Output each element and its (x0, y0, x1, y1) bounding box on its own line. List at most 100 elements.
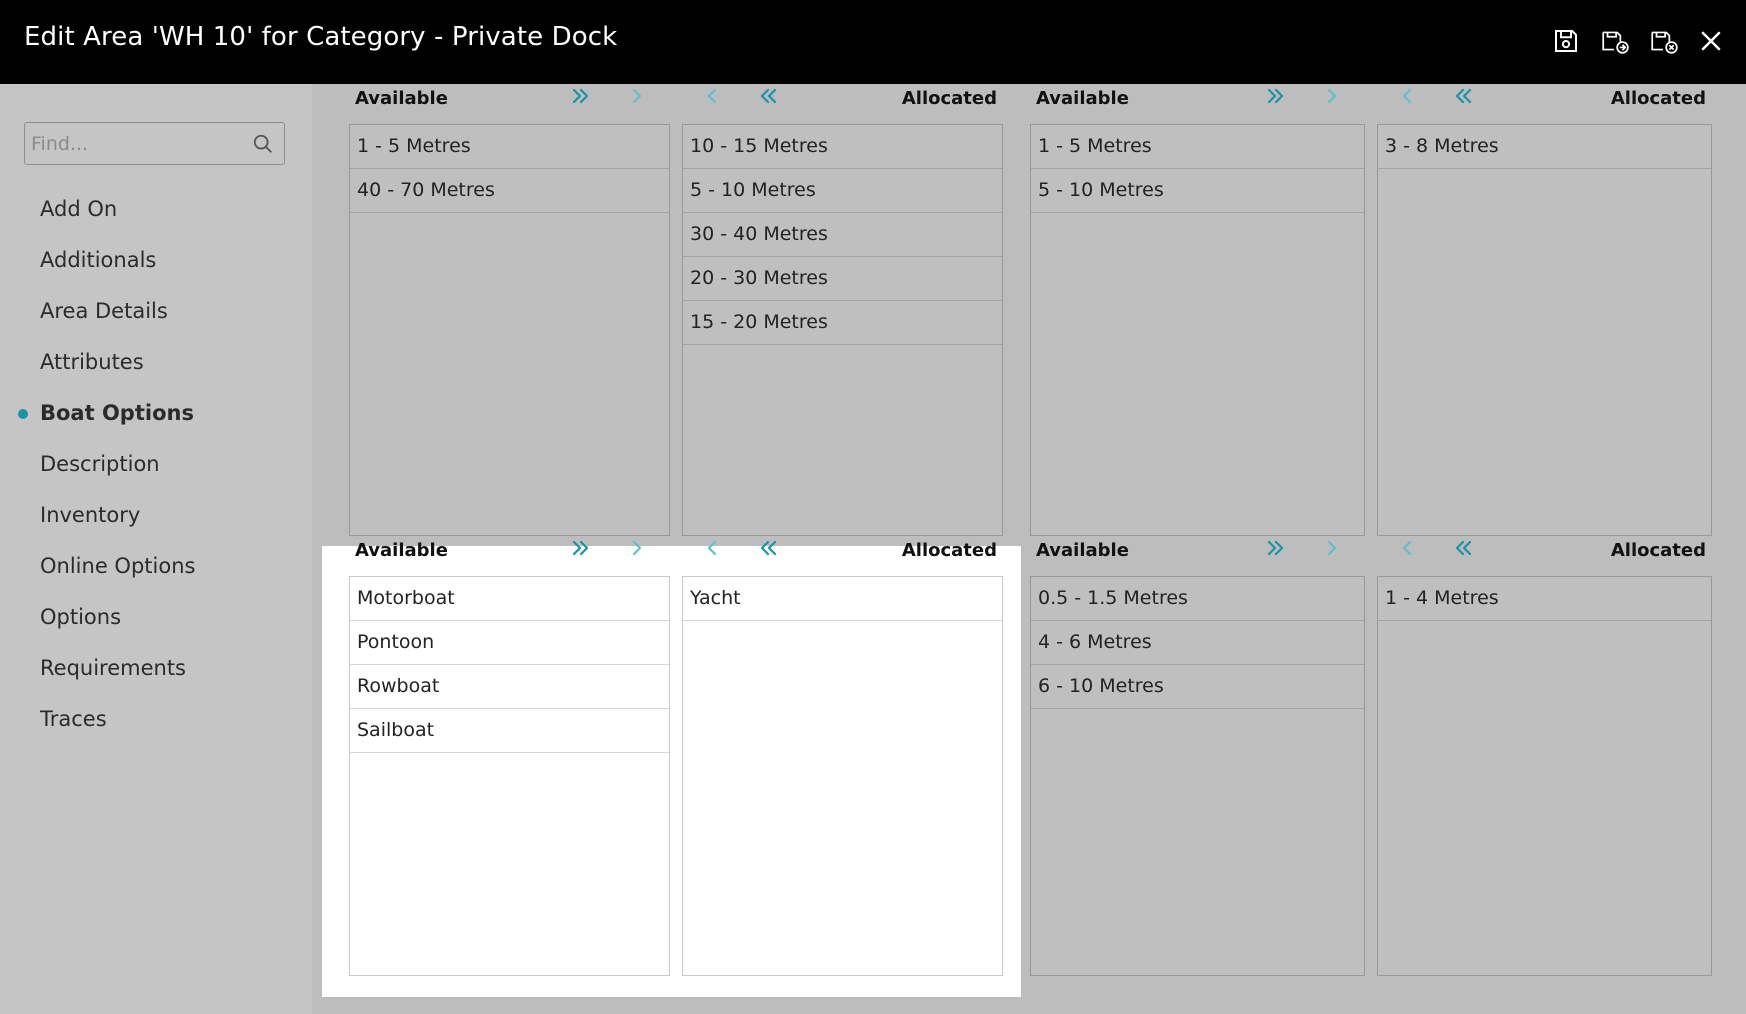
move-left-icon (1402, 88, 1412, 104)
move-all-left-button[interactable] (1449, 534, 1477, 562)
move-all-left-button[interactable] (754, 82, 782, 110)
list-item[interactable]: Yacht (683, 577, 1002, 621)
move-right-icon (1327, 88, 1337, 104)
list-item[interactable]: 1 - 5 Metres (1031, 125, 1364, 169)
move-all-right-icon (572, 88, 589, 104)
move-right-button[interactable] (1318, 82, 1346, 110)
move-left-button[interactable] (1393, 534, 1421, 562)
list-item[interactable]: 3 - 8 Metres (1378, 125, 1711, 169)
search-input[interactable] (31, 129, 241, 159)
save-button[interactable] (1549, 24, 1583, 58)
sidebar-item-label: Attributes (40, 350, 144, 374)
sidebar-item-area-details[interactable]: Area Details (0, 286, 312, 337)
sidebar-item-traces[interactable]: Traces (0, 694, 312, 745)
move-all-right-button[interactable] (567, 82, 595, 110)
sidebar-item-description[interactable]: Description (0, 439, 312, 490)
move-right-button[interactable] (1318, 534, 1346, 562)
available-list[interactable]: Motorboat Pontoon Rowboat Sailboat (349, 576, 670, 976)
panel-header: Available Allocated (349, 530, 1003, 570)
sidebar-item-attributes[interactable]: Attributes (0, 337, 312, 388)
move-all-left-button[interactable] (1449, 82, 1477, 110)
sidebar-item-label: Online Options (40, 554, 196, 578)
move-left-icon (1402, 540, 1412, 556)
dual-list-panel-4: Available Allocated 0.5 - 1.5 Metres 4 - 6 … (1030, 530, 1712, 976)
move-all-right-icon (1267, 540, 1284, 556)
available-list[interactable]: 1 - 5 Metres 40 - 70 Metres (349, 124, 670, 536)
sidebar-item-label: Traces (40, 707, 107, 731)
sidebar: Add On Additionals Area Details Attributes B… (0, 84, 312, 1014)
move-right-button[interactable] (623, 82, 651, 110)
move-all-right-icon (572, 540, 589, 556)
save-and-new-icon (1602, 31, 1629, 54)
move-right-icon (1327, 540, 1337, 556)
list-item[interactable]: 5 - 10 Metres (683, 169, 1002, 213)
allocated-list[interactable]: 3 - 8 Metres (1377, 124, 1712, 536)
sidebar-item-label: Add On (40, 197, 118, 221)
sidebar-nav: Add On Additionals Area Details Attributes B… (0, 184, 312, 745)
move-right-icon (632, 88, 642, 104)
move-all-left-icon (760, 540, 777, 556)
allocated-heading: Allocated (901, 540, 997, 561)
move-all-right-button[interactable] (567, 534, 595, 562)
available-heading: Available (1036, 540, 1129, 561)
list-item[interactable]: 6 - 10 Metres (1031, 665, 1364, 709)
move-all-left-button[interactable] (754, 534, 782, 562)
search-icon[interactable] (252, 133, 274, 155)
available-heading: Available (1036, 88, 1129, 109)
available-heading: Available (355, 540, 448, 561)
sidebar-item-label: Area Details (40, 299, 168, 323)
move-all-right-button[interactable] (1262, 534, 1290, 562)
move-all-right-button[interactable] (1262, 82, 1290, 110)
sidebar-item-label: Inventory (40, 503, 141, 527)
list-item[interactable]: 5 - 10 Metres (1031, 169, 1364, 213)
list-item[interactable]: 0.5 - 1.5 Metres (1031, 577, 1364, 621)
list-item[interactable]: Rowboat (350, 665, 669, 709)
title-bar: Edit Area 'WH 10' for Category - Private… (0, 0, 1746, 84)
sidebar-item-inventory[interactable]: Inventory (0, 490, 312, 541)
allocated-heading: Allocated (1610, 540, 1706, 561)
allocated-heading: Allocated (901, 88, 997, 109)
list-item[interactable]: 40 - 70 Metres (350, 169, 669, 213)
list-item[interactable]: 30 - 40 Metres (683, 213, 1002, 257)
sidebar-item-boat-options[interactable]: Boat Options (0, 388, 312, 439)
sidebar-item-options[interactable]: Options (0, 592, 312, 643)
sidebar-item-label: Boat Options (40, 401, 194, 425)
save-icon (1555, 30, 1577, 52)
window-title: Edit Area 'WH 10' for Category - Private… (24, 22, 618, 52)
list-item[interactable]: 15 - 20 Metres (683, 301, 1002, 345)
list-item[interactable]: Sailboat (350, 709, 669, 753)
save-and-new-button[interactable] (1598, 24, 1632, 58)
list-item[interactable]: 1 - 5 Metres (350, 125, 669, 169)
list-item[interactable]: 4 - 6 Metres (1031, 621, 1364, 665)
available-list[interactable]: 0.5 - 1.5 Metres 4 - 6 Metres 6 - 10 Metre… (1030, 576, 1365, 976)
sidebar-item-add-on[interactable]: Add On (0, 184, 312, 235)
sidebar-item-requirements[interactable]: Requirements (0, 643, 312, 694)
allocated-list[interactable]: 1 - 4 Metres (1377, 576, 1712, 976)
move-right-icon (632, 540, 642, 556)
sidebar-item-label: Requirements (40, 656, 186, 680)
move-left-icon (707, 88, 717, 104)
list-item[interactable]: 10 - 15 Metres (683, 125, 1002, 169)
allocated-heading: Allocated (1610, 88, 1706, 109)
move-all-left-icon (1455, 88, 1472, 104)
allocated-list[interactable]: 10 - 15 Metres 5 - 10 Metres 30 - 40 Metre… (682, 124, 1003, 536)
move-left-button[interactable] (698, 82, 726, 110)
sidebar-item-online-options[interactable]: Online Options (0, 541, 312, 592)
list-item[interactable]: 1 - 4 Metres (1378, 577, 1711, 621)
move-right-button[interactable] (623, 534, 651, 562)
close-icon (1701, 31, 1721, 51)
available-list[interactable]: 1 - 5 Metres 5 - 10 Metres (1030, 124, 1365, 536)
available-heading: Available (355, 88, 448, 109)
allocated-list[interactable]: Yacht (682, 576, 1003, 976)
close-button[interactable] (1694, 24, 1728, 58)
sidebar-item-additionals[interactable]: Additionals (0, 235, 312, 286)
sidebar-item-label: Additionals (40, 248, 157, 272)
list-item[interactable]: Pontoon (350, 621, 669, 665)
save-and-close-button[interactable] (1647, 24, 1681, 58)
move-all-left-icon (760, 88, 777, 104)
list-item[interactable]: Motorboat (350, 577, 669, 621)
move-left-button[interactable] (1393, 82, 1421, 110)
list-item[interactable]: 20 - 30 Metres (683, 257, 1002, 301)
dual-list-panel-2: Available Allocated 1 - 5 Metres 5 - 10 Met… (1030, 78, 1712, 536)
move-left-button[interactable] (698, 534, 726, 562)
